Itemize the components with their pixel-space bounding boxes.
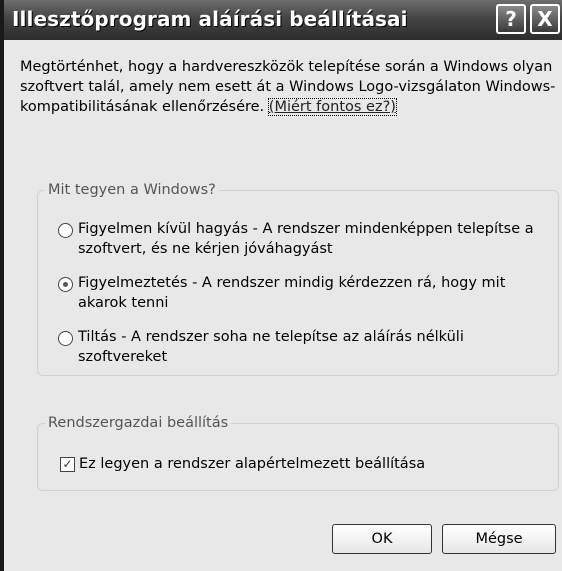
help-button[interactable]: ? (496, 4, 526, 34)
close-icon: X (537, 7, 553, 31)
radio-warn[interactable] (58, 277, 73, 292)
cancel-button[interactable]: Mégse (442, 524, 556, 554)
title-bar[interactable]: Illesztőprogram aláírási beállításai ? X (4, 0, 562, 40)
option-warn[interactable]: Figyelmeztetés - A rendszer mindig kérde… (58, 273, 550, 313)
radio-block[interactable] (58, 331, 73, 346)
option-warn-label: Figyelmeztetés - A rendszer mindig kérde… (78, 275, 506, 311)
windows-action-legend: Mit tegyen a Windows? (45, 181, 219, 199)
default-setting-checkbox[interactable]: ✓ (60, 457, 75, 472)
close-button[interactable]: X (530, 4, 560, 34)
help-icon: ? (505, 7, 517, 31)
why-important-link[interactable]: (Miért fontos ez?) (267, 98, 397, 116)
admin-option-group: Rendszergazdai beállítás ✓ Ez legyen a r… (37, 414, 559, 491)
radio-ignore[interactable] (58, 223, 73, 238)
option-ignore[interactable]: Figyelmen kívül hagyás - A rendszer mind… (58, 219, 550, 259)
admin-option-legend: Rendszergazdai beállítás (45, 414, 232, 432)
option-block-label: Tiltás - A rendszer soha ne telepítse az… (78, 329, 464, 365)
window-title: Illesztőprogram aláírási beállításai (12, 7, 408, 31)
default-setting-label[interactable]: Ez legyen a rendszer alapértelmezett beá… (79, 454, 425, 474)
radio-selected-dot (63, 282, 68, 287)
intro-text: Megtörténhet, hogy a hardvereszközök tel… (20, 57, 560, 117)
option-ignore-label: Figyelmen kívül hagyás - A rendszer mind… (78, 221, 534, 257)
ok-button[interactable]: OK (332, 524, 432, 554)
driver-signing-dialog: Illesztőprogram aláírási beállításai ? X… (0, 0, 562, 571)
windows-action-group: Mit tegyen a Windows? Figyelmen kívül ha… (37, 181, 559, 376)
checkmark-icon: ✓ (62, 457, 73, 471)
option-block[interactable]: Tiltás - A rendszer soha ne telepítse az… (58, 327, 550, 367)
